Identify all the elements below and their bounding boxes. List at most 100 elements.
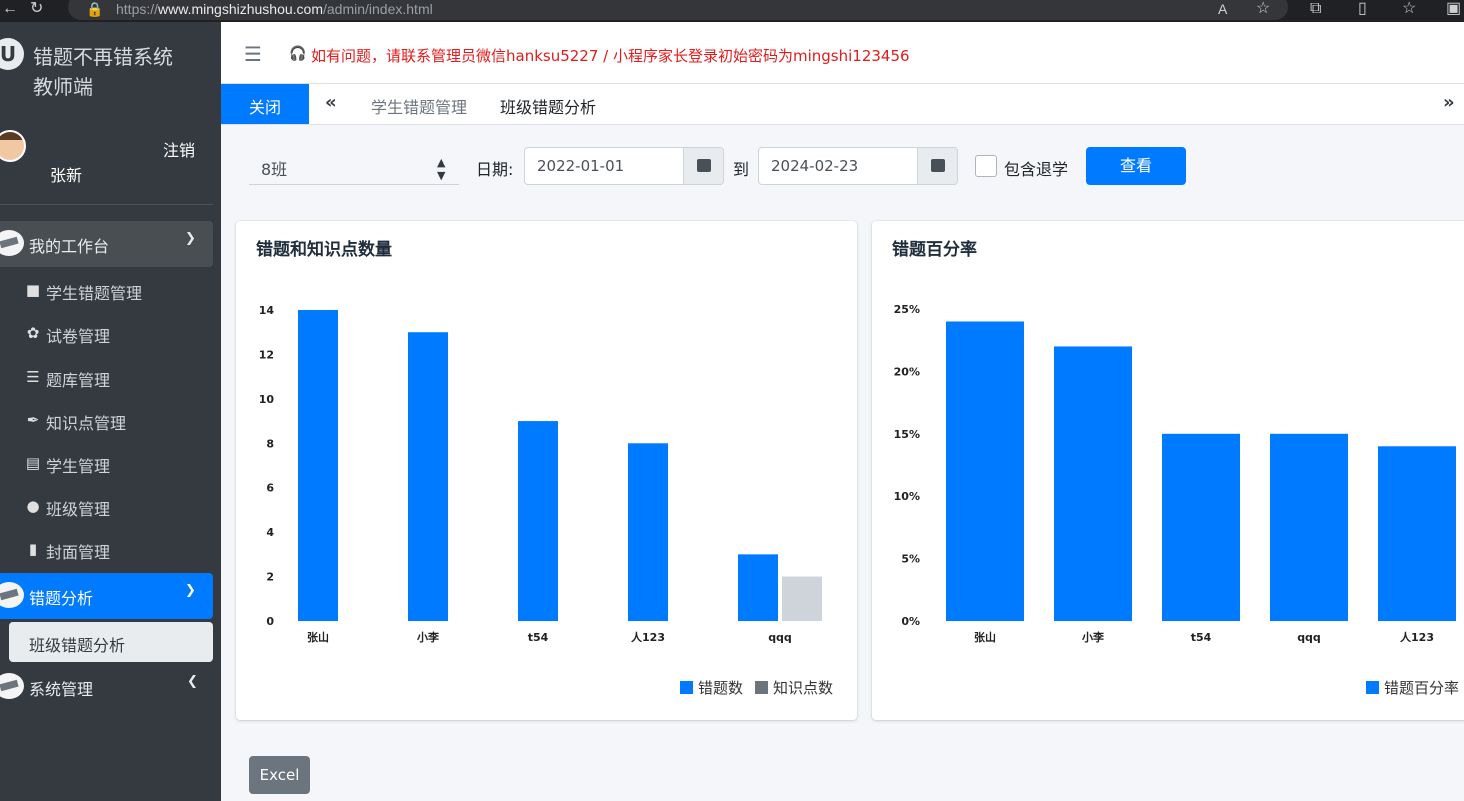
back-icon[interactable]: ← (2, 0, 18, 18)
date-label: 日期: (476, 160, 514, 179)
counts-chart: 0 2 4 6 8 10 12 14 张山 小李 t54 人123 qqq 错题数 知识点数 (259, 304, 833, 697)
sidebar-item-question-bank[interactable]: ☰ 题库管理 (0, 357, 213, 397)
start-date-input[interactable]: 2022-01-01 (524, 147, 724, 185)
x-tick-label: 小李 (1081, 630, 1105, 644)
excel-export-button[interactable]: Excel (249, 756, 310, 794)
scroll-left-icon[interactable]: « (325, 92, 337, 113)
end-date-value: 2024-02-23 (771, 157, 859, 175)
brand[interactable]: U 错题不再错系统 教师端 张新 注销 (0, 22, 213, 204)
bar-primary (408, 332, 448, 621)
user-name[interactable]: 张新 (50, 162, 82, 186)
calendar-icon[interactable] (683, 148, 723, 184)
sidebar-item-label: 班级错题分析 (29, 636, 126, 655)
lock-icon: 🔒 (86, 1, 104, 17)
brand-title-line1: 错题不再错系统 (33, 45, 173, 69)
workbench-icon (0, 230, 24, 256)
sidebar-item-label: 班级管理 (46, 500, 111, 519)
brand-logo-icon: U (0, 38, 24, 70)
sidebar-item-system-management[interactable]: 系统管理 ❮ (0, 664, 213, 710)
avatar[interactable] (0, 130, 26, 162)
x-tick-label: qqq (768, 631, 792, 644)
legend-label: 错题百分率 (1384, 679, 1459, 697)
sidebar-item-label: 我的工作台 (29, 237, 110, 256)
sidebar-item-knowledge[interactable]: ✒ 知识点管理 (0, 400, 213, 440)
bar-primary (738, 554, 778, 621)
percentage-chart: 0% 5% 10% 15% 20% 25% 张山 小李 t54 qqq 人123 错题百分率 (894, 303, 1459, 697)
favorite-star-icon[interactable]: ☆ (1256, 0, 1270, 18)
top-header: ☰ 🎧 如有问题，请联系管理员微信hanksu5227 / 小程序家长登录初始密… (221, 22, 1464, 84)
legend-swatch (755, 681, 768, 694)
select-arrows-icon: ▲ ▼ (437, 156, 446, 182)
extensions-icon[interactable]: ⧉ (1310, 0, 1321, 18)
tab-student-errors[interactable]: 学生错题管理 (371, 94, 467, 118)
sidebar-item-papers[interactable]: ✿ 试卷管理 (0, 313, 213, 353)
y-tick-label: 12 (259, 348, 274, 361)
bar-primary (628, 443, 668, 621)
sidebar-item-student-errors[interactable]: ■ 学生错题管理 (0, 270, 213, 310)
y-tick-label: 15% (894, 428, 920, 441)
sidebar-item-label: 学生管理 (46, 457, 111, 476)
system-icon (0, 673, 24, 699)
bar-primary (1162, 433, 1240, 621)
sidebar-item-class-error-analysis[interactable]: 班级错题分析 (9, 622, 213, 662)
y-tick-label: 25% (894, 303, 920, 316)
view-button[interactable]: 查看 (1086, 147, 1186, 185)
sidebar-item-classes[interactable]: ● 班级管理 (0, 486, 213, 526)
chart-card-percentage: 错题百分率 0% 5% 10% 15% 20% 25% 张山 小李 t54 qqq 人123 错题百分… (872, 221, 1464, 720)
favorites-icon[interactable]: ☆ (1402, 0, 1416, 18)
close-tab-label: 关闭 (249, 98, 282, 117)
sidebar-item-covers[interactable]: ▮ 封面管理 (0, 529, 213, 569)
file-icon: ▮ (28, 540, 38, 558)
notice-text: 如有问题，请联系管理员微信hanksu5227 / 小程序家长登录初始密码为mi… (311, 47, 910, 65)
class-select[interactable]: 8班 ▲ ▼ (249, 147, 459, 185)
calendar-icon[interactable] (917, 148, 957, 184)
tab-class-error-analysis[interactable]: 班级错题分析 (500, 94, 596, 118)
sidebar-item-workbench[interactable]: 我的工作台 ❯ (0, 221, 213, 267)
y-tick-label: 8 (266, 437, 274, 450)
sidebar-item-students[interactable]: ▤ 学生管理 (0, 443, 213, 483)
sidebar-item-label: 错题分析 (29, 589, 94, 608)
bar-primary (1270, 433, 1348, 621)
scroll-right-icon[interactable]: » (1443, 92, 1455, 113)
y-tick-label: 0% (901, 615, 920, 628)
include-dropout-checkbox[interactable] (975, 155, 997, 177)
read-aloud-icon[interactable]: A (1218, 0, 1227, 18)
sidebar-item-label: 题库管理 (46, 371, 111, 390)
error-analysis-icon (0, 582, 24, 608)
chevron-down-icon: ❯ (185, 583, 196, 598)
square-icon: ■ (25, 281, 41, 299)
chevron-left-icon: ❮ (187, 674, 198, 689)
y-tick-label: 10% (894, 490, 920, 503)
x-tick-label: qqq (1297, 631, 1321, 644)
tab-bar: 关闭 « 学生错题管理 班级错题分析 » (221, 84, 1464, 125)
sidebar-item-label: 封面管理 (46, 543, 111, 562)
end-date-input[interactable]: 2024-02-23 (758, 147, 958, 185)
id-card-icon: ▤ (25, 454, 41, 472)
legend-swatch (1366, 681, 1379, 694)
x-tick-label: 人123 (1400, 630, 1434, 644)
chevron-down-icon: ❯ (185, 231, 196, 246)
sidebar: U 错题不再错系统 教师端 张新 注销 我的工作台 ❯ ■ 学生错题管理 ✿ 试… (0, 22, 221, 801)
legend-label: 错题数 (698, 679, 743, 697)
lotus-icon: ✿ (26, 324, 40, 342)
reload-icon[interactable]: ↻ (30, 0, 43, 18)
pen-icon: ✒ (26, 411, 40, 429)
y-tick-label: 0 (266, 615, 274, 628)
url-text[interactable]: https://www.mingshizhushou.com/admin/ind… (116, 1, 433, 17)
y-tick-label: 6 (266, 482, 274, 495)
sidebar-divider (0, 204, 213, 205)
list-icon: ☰ (26, 368, 40, 386)
collections-icon[interactable]: ▣ (1446, 0, 1461, 18)
split-screen-icon[interactable]: ▯ (1358, 0, 1367, 18)
headset-icon: 🎧 (289, 46, 307, 62)
menu-toggle-icon[interactable]: ☰ (244, 42, 262, 66)
bar-primary (1054, 346, 1132, 621)
logout-link[interactable]: 注销 (163, 137, 195, 161)
include-dropout-label[interactable]: 包含退学 (1004, 156, 1068, 180)
y-tick-label: 14 (259, 304, 275, 317)
to-label: 到 (733, 160, 750, 179)
start-date-value: 2022-01-01 (537, 157, 625, 175)
y-tick-label: 20% (894, 365, 920, 378)
sidebar-item-error-analysis[interactable]: 错题分析 ❯ (0, 573, 213, 619)
close-tab-button[interactable]: 关闭 (221, 84, 309, 124)
